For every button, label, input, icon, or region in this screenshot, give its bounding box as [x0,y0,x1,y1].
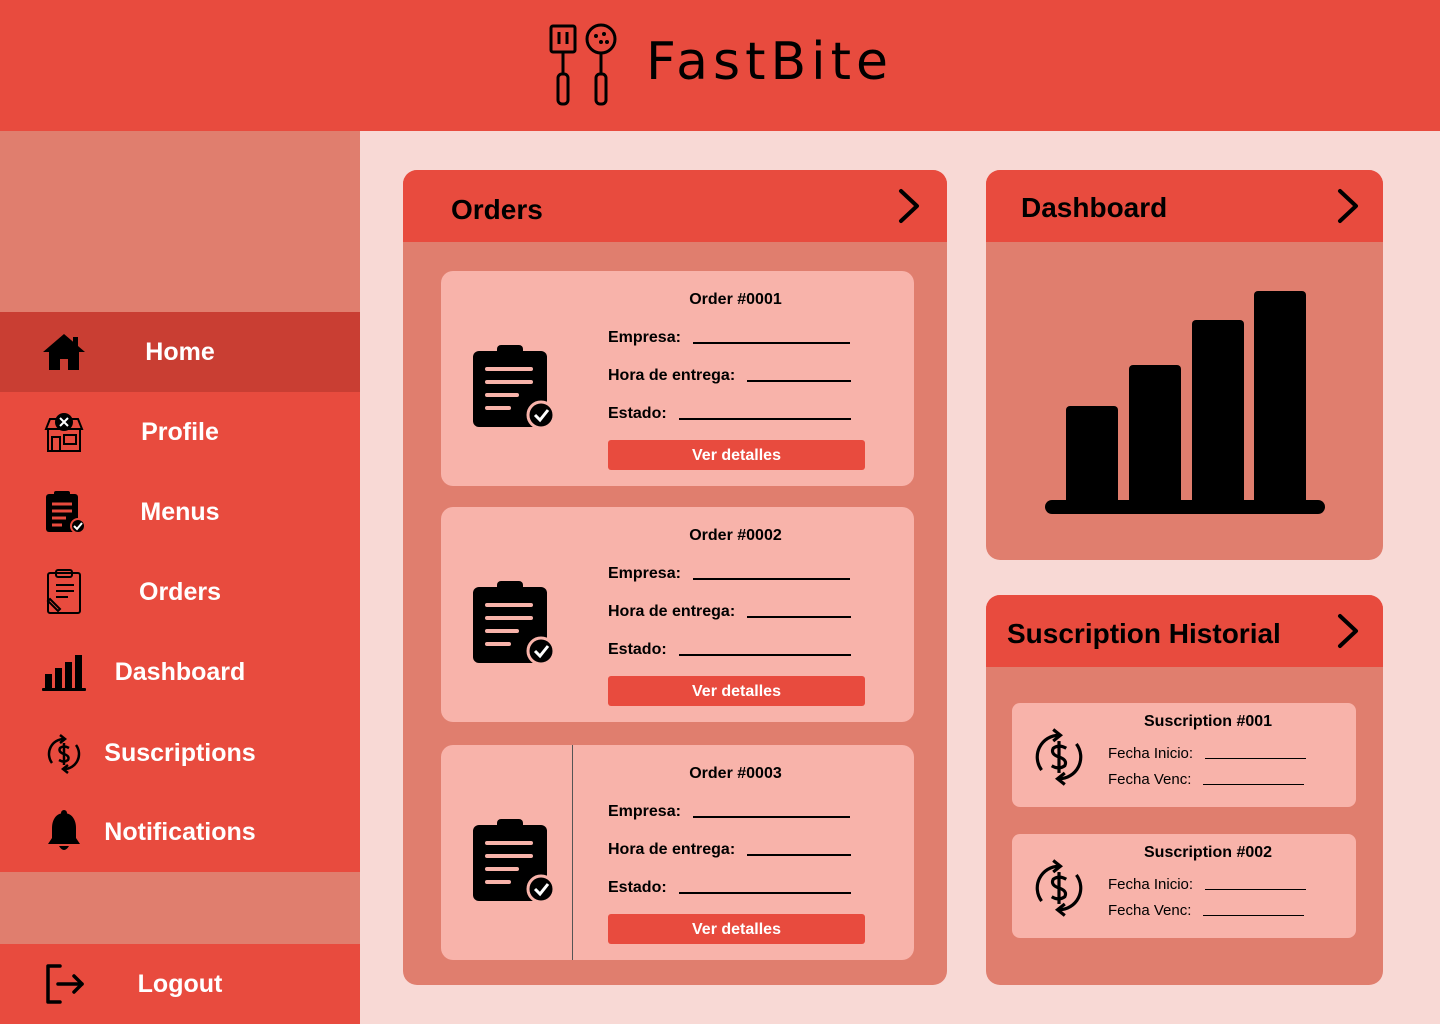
ver-detalles-button[interactable]: Ver detalles [608,676,865,706]
subscription-title: Suscription #001 [1144,713,1273,730]
subscription-panel-title: Suscription Historial [1007,618,1281,649]
orders-panel-title: Orders [451,194,543,225]
hora-field: Hora de entrega: [608,367,852,385]
sidebar-item-dashboard[interactable]: Dashboard [0,632,360,712]
dashboard-panel-title: Dashboard [1021,192,1168,223]
estado-field: Estado: [608,405,851,423]
order-title: Order #0001 [689,291,782,308]
header: FastBite [0,0,1440,131]
logo[interactable]: FastBite [548,22,928,112]
sidebar-item-label: Notifications [104,818,256,846]
ver-detalles-button[interactable]: Ver detalles [608,914,865,944]
sidebar-nav: Home Profile Menus Orders Dashboard Susc… [0,312,360,872]
sidebar-item-orders[interactable]: Orders [0,552,360,632]
sidebar-item-label: Suscriptions [104,739,256,767]
app-name: FastBite [646,32,893,92]
sidebar-item-label: Home [145,338,215,366]
dollar-cycle-icon [1035,728,1083,786]
sidebar-item-profile[interactable]: Profile [0,392,360,472]
empresa-field: Empresa: [608,803,850,821]
order-clipboard-icon [473,345,556,430]
ver-detalles-button[interactable]: Ver detalles [608,440,865,470]
sidebar-item-home[interactable]: Home [0,312,360,392]
empresa-field: Empresa: [608,565,850,583]
dashboard-panel[interactable]: Dashboard [986,170,1383,560]
subscription-panel: Suscription Historial Suscription #001 F… [986,595,1383,985]
fecha-inicio-field: Fecha Inicio: [1108,876,1307,893]
logout-label: Logout [137,970,223,998]
order-title: Order #0003 [689,765,782,782]
sidebar-item-label: Profile [141,418,219,446]
orders-panel: Orders Order #0001 Empresa: Hora de entr… [403,170,947,985]
order-title: Order #0002 [689,527,782,544]
sidebar-item-notifications[interactable]: Notifications [0,792,360,872]
sidebar-item-suscriptions[interactable]: Suscriptions [0,712,360,792]
empresa-field: Empresa: [608,329,850,347]
subscription-card[interactable]: Suscription #002 Fecha Inicio: Fecha Ven… [1012,834,1356,938]
order-card[interactable]: Order #0001 Empresa: Hora de entrega: Es… [441,271,914,486]
dashboard-panel-header: Dashboard [986,170,1383,242]
orders-panel-header: Orders [403,170,947,242]
order-card[interactable]: Order #0002 Empresa: Hora de entrega: Es… [441,507,914,722]
logout-button[interactable]: Logout [0,944,360,1024]
hora-field: Hora de entrega: [608,603,852,621]
fecha-venc-field: Fecha Venc: [1108,771,1305,788]
estado-field: Estado: [608,641,851,659]
bar-chart-icon [1045,291,1325,514]
sidebar-item-label: Orders [139,578,221,606]
sidebar-item-label: Menus [140,498,220,526]
fecha-venc-field: Fecha Venc: [1108,902,1305,919]
subscription-panel-header: Suscription Historial [986,595,1383,667]
hora-field: Hora de entrega: [608,841,852,859]
estado-field: Estado: [608,879,851,897]
order-clipboard-icon [473,819,556,904]
fecha-inicio-field: Fecha Inicio: [1108,745,1307,762]
sidebar-item-label: Dashboard [114,658,246,686]
chevron-right-icon[interactable] [893,188,923,224]
order-card[interactable]: Order #0003 Empresa: Hora de entrega: Es… [441,745,914,960]
subscription-card[interactable]: Suscription #001 Fecha Inicio: Fecha Ven… [1012,703,1356,807]
order-clipboard-icon [473,581,556,666]
spatula-logo-icon [549,23,617,106]
sidebar: Home Profile Menus Orders Dashboard Susc… [0,131,360,1024]
sidebar-item-menus[interactable]: Menus [0,472,360,552]
dollar-cycle-icon [1035,859,1083,917]
subscription-title: Suscription #002 [1144,844,1273,861]
chevron-right-icon[interactable] [1332,188,1362,224]
chevron-right-icon[interactable] [1332,613,1362,649]
